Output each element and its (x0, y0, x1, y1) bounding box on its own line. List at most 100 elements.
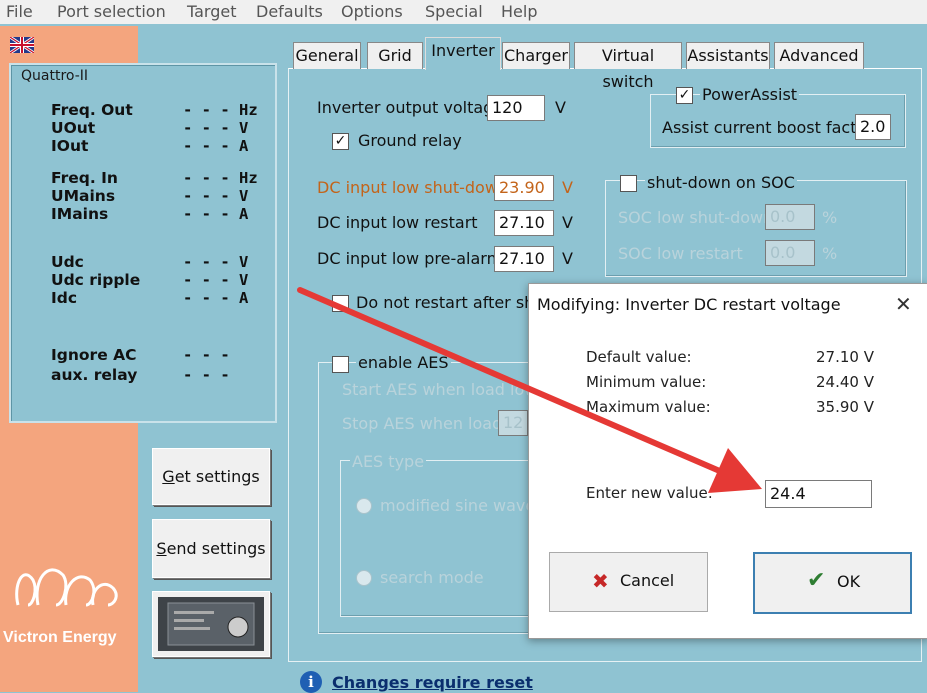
tab-inverter[interactable]: Inverter (425, 37, 501, 70)
changes-require-reset-link[interactable]: Changes require reset (332, 673, 533, 692)
status-value: - - - (183, 366, 230, 384)
power-assist-label: PowerAssist (700, 85, 800, 104)
soc-checkbox[interactable] (620, 175, 637, 192)
status-value: - - - V (183, 253, 249, 271)
aes-search-radio[interactable] (356, 570, 372, 586)
status-label: Freq. In (51, 169, 118, 187)
status-value: - - - V (183, 271, 249, 289)
info-icon: i (300, 671, 322, 693)
menu-bar: File Port selection Target Defaults Opti… (0, 0, 927, 24)
soc-shutdown-label: SOC low shut-down (618, 208, 774, 227)
prealarm-unit: V (562, 249, 573, 268)
modify-value-dialog: Modifying: Inverter DC restart voltage ✕… (528, 283, 927, 639)
default-value-label: Default value: (586, 348, 692, 366)
menu-options[interactable]: Options (341, 2, 403, 21)
enter-value-label: Enter new value: (586, 484, 713, 502)
remote-panel-button[interactable] (152, 591, 270, 657)
status-label: Freq. Out (51, 101, 133, 119)
send-settings-label: end settings (166, 539, 266, 558)
close-icon[interactable]: ✕ (895, 292, 912, 316)
status-label: UOut (51, 119, 96, 137)
ground-relay-checkbox[interactable]: ✓ (332, 133, 349, 150)
tab-advanced[interactable]: Advanced (774, 42, 864, 69)
default-value: 27.10 V (816, 348, 874, 366)
status-value: - - - V (183, 187, 249, 205)
menu-port-selection[interactable]: Port selection (57, 2, 166, 21)
status-label: Udc ripple (51, 271, 141, 289)
tab-grid[interactable]: Grid (367, 42, 423, 69)
shutdown-unit: V (562, 178, 573, 197)
tab-general[interactable]: General (293, 42, 361, 69)
aes-label: enable AES (356, 353, 451, 372)
no-restart-checkbox[interactable] (332, 295, 349, 312)
status-label: aux. relay (51, 366, 138, 384)
menu-file[interactable]: File (6, 2, 33, 21)
soc-shutdown-input[interactable]: 0.0 (765, 204, 815, 230)
new-value-input[interactable]: 24.4 (765, 480, 872, 508)
output-voltage-input[interactable]: 120 (487, 95, 545, 121)
cancel-x-icon: ✖ (592, 569, 609, 593)
soc-shutdown-unit: % (822, 208, 838, 227)
aes-type-group (340, 460, 535, 617)
power-assist-checkbox[interactable]: ✓ (676, 87, 693, 104)
minimum-value-label: Minimum value: (586, 373, 707, 391)
boost-input[interactable]: 2.0 (855, 114, 891, 140)
menu-help[interactable]: Help (501, 2, 537, 21)
status-label: IOut (51, 137, 89, 155)
ok-check-icon: ✔ (807, 568, 826, 593)
get-settings-label: et settings (174, 467, 260, 486)
status-value: - - - A (183, 205, 249, 223)
prealarm-input[interactable]: 27.10 (494, 246, 554, 272)
status-value: - - - A (183, 289, 249, 307)
device-title: Quattro-II (21, 68, 89, 84)
status-label: Ignore AC (51, 346, 137, 364)
menu-target[interactable]: Target (187, 2, 237, 21)
cancel-button[interactable]: ✖ Cancel (549, 552, 708, 612)
restart-label: DC input low restart (317, 213, 478, 232)
status-value: - - - Hz (183, 169, 258, 187)
aes-stop-label: Stop AES when load (342, 414, 503, 433)
maximum-value: 35.90 V (816, 398, 874, 416)
aes-modified-label: modified sine wave (380, 496, 536, 515)
victron-logo-text: Victron Energy (3, 629, 117, 646)
ok-button[interactable]: ✔ OK (753, 552, 912, 614)
menu-defaults[interactable]: Defaults (256, 2, 323, 21)
status-value: - - - (183, 346, 230, 364)
send-settings-button[interactable]: Send settings (152, 519, 270, 578)
restart-unit: V (562, 213, 573, 232)
tab-charger[interactable]: Charger (502, 42, 570, 69)
output-voltage-label: Inverter output voltage (317, 98, 504, 117)
no-restart-label: Do not restart after short (356, 293, 557, 312)
shutdown-input[interactable]: 23.90 (494, 175, 554, 201)
soc-label: shut-down on SOC (645, 173, 797, 192)
soc-restart-label: SOC low restart (618, 244, 743, 263)
status-value: - - - A (183, 137, 249, 155)
uk-flag-icon[interactable] (10, 37, 34, 53)
aes-checkbox[interactable] (332, 356, 349, 373)
aes-type-label: AES type (350, 452, 427, 471)
get-settings-mnemonic: G (162, 467, 175, 486)
aes-stop-input[interactable]: 12 (498, 410, 528, 436)
status-label: IMains (51, 205, 109, 223)
tab-virtual-switch[interactable]: Virtual switch (574, 42, 682, 91)
remote-panel-icon (158, 597, 264, 651)
restart-input[interactable]: 27.10 (494, 210, 554, 236)
status-value: - - - Hz (183, 101, 258, 119)
status-value: - - - V (183, 119, 249, 137)
soc-restart-unit: % (822, 244, 838, 263)
status-label: Idc (51, 289, 78, 307)
aes-search-label: search mode (380, 568, 484, 587)
ok-label: OK (837, 572, 861, 591)
menu-special[interactable]: Special (425, 2, 483, 21)
status-label: Udc (51, 253, 84, 271)
output-voltage-unit: V (555, 98, 566, 117)
soc-restart-input[interactable]: 0.0 (765, 240, 815, 266)
victron-logo-icon (15, 568, 118, 607)
aes-modified-radio[interactable] (356, 498, 372, 514)
minimum-value: 24.40 V (816, 373, 874, 391)
prealarm-label: DC input low pre-alarm (317, 249, 503, 268)
get-settings-button[interactable]: Get settings (152, 448, 270, 505)
maximum-value-label: Maximum value: (586, 398, 711, 416)
tab-assistants[interactable]: Assistants (686, 42, 770, 69)
dialog-title: Modifying: Inverter DC restart voltage (537, 295, 841, 314)
